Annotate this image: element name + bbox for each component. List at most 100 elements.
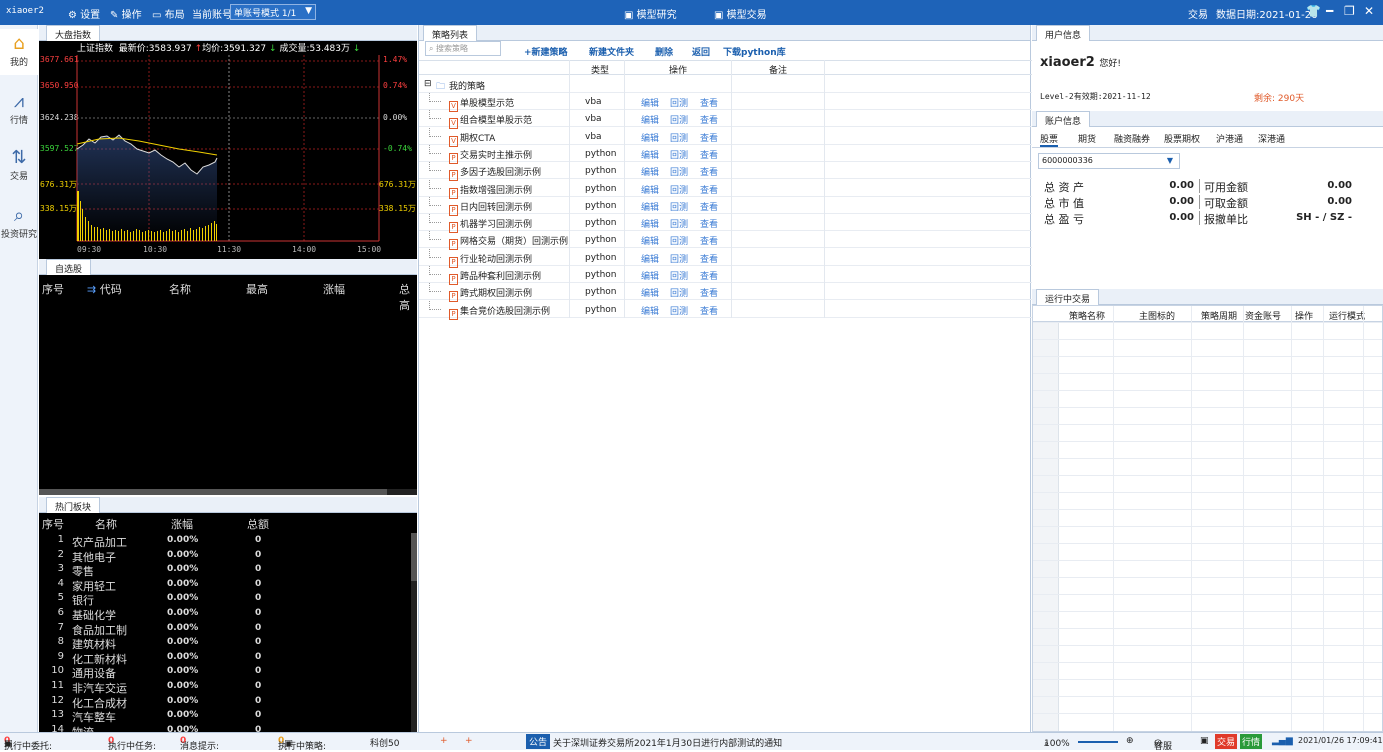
- list-item[interactable]: 12 化工合成材 0.00% 0: [39, 695, 409, 710]
- trade-link[interactable]: 交易: [1188, 6, 1208, 21]
- delete-button[interactable]: 删除: [655, 45, 673, 58]
- col-header[interactable]: 总额: [247, 516, 269, 532]
- status-strategy[interactable]: 执行中策略: 0 ▣: [278, 736, 326, 752]
- new-folder-button[interactable]: 新建文件夹: [589, 45, 634, 58]
- watchlist-table[interactable]: 序号 ⇉ 代码 名称 最高 涨幅 总高: [39, 275, 417, 495]
- table-row[interactable]: P 跨品种套利回测示例 python 编辑 回测 查看: [419, 266, 1032, 285]
- tab-account-type[interactable]: 期货: [1078, 132, 1096, 145]
- account-select[interactable]: 6000000336 ▼: [1038, 153, 1180, 169]
- view-link[interactable]: 查看: [700, 234, 718, 247]
- status-task[interactable]: 执行中任务: 0: [108, 736, 156, 752]
- list-item[interactable]: 1 农产品加工 0.00% 0: [39, 534, 409, 549]
- status-msg[interactable]: 消息提示: 0: [180, 736, 219, 752]
- hot-sectors-table[interactable]: 序号 名称 涨幅 总额 1 农产品加工 0.00% 0 2 其他电子 0.00% 0 3 零售 0.…: [39, 513, 417, 732]
- list-item[interactable]: 9 化工新材料 0.00% 0: [39, 651, 409, 666]
- view-link[interactable]: 查看: [700, 269, 718, 282]
- view-link[interactable]: 查看: [700, 131, 718, 144]
- status-entrust[interactable]: ▣ 执行中委托: 0: [4, 736, 52, 752]
- col-header[interactable]: 名称: [95, 516, 117, 532]
- col-header[interactable]: 主图标的: [1139, 309, 1175, 322]
- view-link[interactable]: 查看: [700, 148, 718, 161]
- edit-link[interactable]: 编辑: [641, 131, 659, 144]
- backtest-link[interactable]: 回测: [670, 131, 688, 144]
- shirt-icon[interactable]: 👕: [1306, 4, 1321, 18]
- account-mode-select[interactable]: 单账号模式 1/1 ▼: [230, 4, 316, 20]
- edit-link[interactable]: 编辑: [641, 183, 659, 196]
- model-research-tab[interactable]: ▣ 模型研究: [624, 6, 677, 21]
- list-item[interactable]: 3 零售 0.00% 0: [39, 563, 409, 578]
- backtest-link[interactable]: 回测: [670, 286, 688, 299]
- backtest-link[interactable]: 回测: [670, 113, 688, 126]
- horizontal-scrollbar[interactable]: [39, 489, 417, 495]
- col-type[interactable]: 类型: [591, 63, 609, 76]
- nav-research[interactable]: ⌕ 投资研究: [0, 205, 38, 245]
- tab-account-type[interactable]: 股票: [1040, 132, 1059, 147]
- minimize-icon[interactable]: ━: [1326, 4, 1333, 18]
- operate-menu[interactable]: ✎ 操作: [110, 6, 142, 21]
- view-link[interactable]: 查看: [700, 113, 718, 126]
- running-table[interactable]: 策略名称 主图标的 策略周期 资金账号 操作 运行模式: [1032, 305, 1383, 732]
- layout-menu[interactable]: ▭ 布局: [152, 6, 185, 21]
- backtest-link[interactable]: 回测: [670, 252, 688, 265]
- nav-mine[interactable]: ⌂ 我的: [0, 29, 38, 75]
- edit-link[interactable]: 编辑: [641, 304, 659, 317]
- col-header[interactable]: 操作: [1295, 309, 1313, 322]
- tab-account-type[interactable]: 融资融券: [1114, 132, 1150, 145]
- list-item[interactable]: 7 食品加工制 0.00% 0: [39, 622, 409, 637]
- list-item[interactable]: 4 家用轻工 0.00% 0: [39, 578, 409, 593]
- view-link[interactable]: 查看: [700, 217, 718, 230]
- tab-hot-sectors[interactable]: 热门板块: [46, 497, 101, 513]
- col-operation[interactable]: 操作: [669, 63, 687, 76]
- col-header[interactable]: 名称: [169, 281, 191, 297]
- table-row[interactable]: V 单股模型示范 vba 编辑 回测 查看: [419, 93, 1032, 112]
- table-row[interactable]: P 日内回转回测示例 python 编辑 回测 查看: [419, 196, 1032, 216]
- settings-menu[interactable]: ⚙ 设置: [68, 6, 100, 21]
- tab-running[interactable]: 运行中交易: [1036, 289, 1100, 305]
- table-row[interactable]: V 组合模型单股示范 vba 编辑 回测 查看: [419, 110, 1032, 130]
- list-item[interactable]: 6 基础化学 0.00% 0: [39, 607, 409, 622]
- edit-link[interactable]: 编辑: [641, 217, 659, 230]
- table-row[interactable]: P 指数增强回测示例 python 编辑 回测 查看: [419, 179, 1032, 199]
- table-row[interactable]: P 多因子选股回测示例 python 编辑 回测 查看: [419, 162, 1032, 182]
- backtest-link[interactable]: 回测: [670, 234, 688, 247]
- edit-link[interactable]: 编辑: [641, 96, 659, 109]
- view-link[interactable]: 查看: [700, 304, 718, 317]
- col-header[interactable]: 最高: [246, 281, 268, 297]
- vertical-scrollbar[interactable]: [411, 533, 417, 732]
- col-header[interactable]: 序号: [42, 281, 64, 297]
- tab-user-info[interactable]: 用户信息: [1036, 25, 1091, 41]
- new-strategy-button[interactable]: +新建策略: [524, 45, 568, 58]
- backtest-link[interactable]: 回测: [670, 165, 688, 178]
- edit-link[interactable]: 编辑: [641, 234, 659, 247]
- col-note[interactable]: 备注: [769, 63, 787, 76]
- list-item[interactable]: 11 非汽车交运 0.00% 0: [39, 680, 409, 695]
- backtest-link[interactable]: 回测: [670, 183, 688, 196]
- search-strategy-input[interactable]: ⌕ 搜索策略: [425, 41, 501, 56]
- table-row[interactable]: P 集合竞价选股回测示例 python 编辑 回测 查看: [419, 300, 1032, 320]
- model-trade-tab[interactable]: ▣ 模型交易: [714, 6, 767, 21]
- list-item[interactable]: 10 通用设备 0.00% 0: [39, 665, 409, 680]
- col-header[interactable]: 总高: [399, 281, 417, 313]
- close-icon[interactable]: ✕: [1364, 4, 1374, 18]
- col-header[interactable]: 运行模式: [1329, 309, 1365, 322]
- col-header[interactable]: 序号: [42, 516, 64, 532]
- backtest-link[interactable]: 回测: [670, 269, 688, 282]
- backtest-link[interactable]: 回测: [670, 217, 688, 230]
- edit-link[interactable]: 编辑: [641, 113, 659, 126]
- table-row[interactable]: P 机器学习回测示例 python 编辑 回测 查看: [419, 214, 1032, 234]
- nav-trade[interactable]: ⇅ 交易: [0, 147, 38, 187]
- col-header[interactable]: 涨幅: [171, 516, 193, 532]
- zoom-in-icon[interactable]: ⊕: [1126, 736, 1134, 746]
- table-row[interactable]: P 交易实时主推示例 python 编辑 回测 查看: [419, 144, 1032, 164]
- col-header[interactable]: 策略周期: [1201, 309, 1237, 322]
- tab-strategy[interactable]: 策略列表: [423, 25, 478, 41]
- edit-link[interactable]: 编辑: [641, 286, 659, 299]
- col-header[interactable]: ⇉ 代码: [87, 281, 122, 297]
- status-keyword[interactable]: 科创50: [370, 736, 399, 749]
- monitor-icon[interactable]: ▣: [1200, 736, 1209, 746]
- tab-account[interactable]: 账户信息: [1036, 111, 1091, 127]
- table-row[interactable]: V 期权CTA vba 编辑 回测 查看: [419, 127, 1032, 147]
- view-link[interactable]: 查看: [700, 96, 718, 109]
- view-link[interactable]: 查看: [700, 165, 718, 178]
- backtest-link[interactable]: 回测: [670, 148, 688, 161]
